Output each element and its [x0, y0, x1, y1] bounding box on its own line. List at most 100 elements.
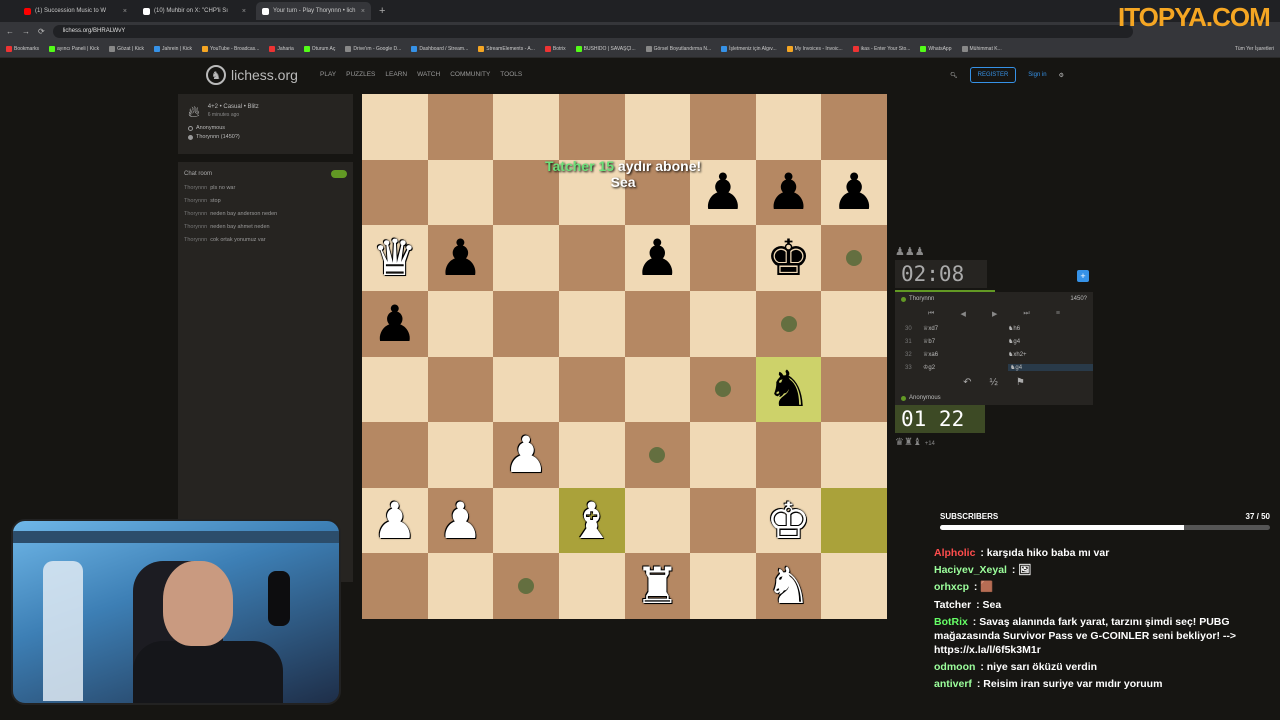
board-square[interactable] — [362, 553, 428, 619]
black-player[interactable]: Thorynnn (1450?) — [188, 134, 343, 140]
board-square[interactable] — [755, 290, 822, 357]
sign-in-link[interactable]: Sign in — [1028, 72, 1046, 78]
black-move[interactable]: ♞h6 — [1008, 325, 1093, 332]
resign-flag-icon[interactable]: ⚑ — [1016, 377, 1025, 388]
board-square[interactable] — [493, 225, 559, 291]
board-square[interactable] — [493, 487, 559, 554]
board-square[interactable] — [558, 94, 625, 160]
black-knight-icon[interactable]: ♞ — [766, 364, 811, 414]
white-queen-icon[interactable]: ♛ — [372, 233, 417, 283]
black-move[interactable]: ♞g4 — [1008, 338, 1093, 345]
board-square[interactable] — [558, 553, 625, 619]
white-player[interactable]: Anonymous — [188, 125, 343, 131]
board-square[interactable] — [690, 553, 756, 619]
board-square[interactable] — [755, 94, 822, 160]
bookmark-item[interactable]: Mühimmat K... — [961, 45, 1002, 52]
black-king-icon[interactable]: ♚ — [766, 233, 811, 283]
board-square[interactable] — [558, 422, 625, 488]
bookmark-item[interactable]: Drive'ım - Google D... — [345, 45, 401, 52]
browser-tab[interactable]: Your turn - Play Thorynnn • lich × — [256, 2, 371, 20]
board-square[interactable] — [690, 225, 756, 291]
nav-learn[interactable]: LEARN — [385, 71, 407, 78]
bookmark-item[interactable]: Botrix — [544, 45, 566, 52]
black-move[interactable]: ♞xh2+ — [1008, 351, 1093, 358]
white-pawn-icon[interactable]: ♟ — [372, 496, 417, 546]
move-hint-dot[interactable] — [846, 250, 863, 267]
forward-icon[interactable]: → — [22, 27, 30, 36]
back-icon[interactable]: ← — [6, 27, 14, 36]
my-name[interactable]: Anonymous — [909, 395, 941, 401]
board-square[interactable] — [493, 290, 559, 357]
board-square[interactable]: ♟ — [362, 290, 428, 357]
board-square[interactable] — [427, 422, 494, 488]
bookmark-item[interactable]: Bookmarks — [6, 45, 39, 52]
board-square[interactable] — [427, 356, 494, 423]
board-square[interactable] — [690, 356, 756, 423]
board-square[interactable] — [493, 553, 559, 619]
board-square[interactable]: ♜ — [624, 553, 691, 619]
bookmark-item[interactable]: İşletmeniz için Algıv... — [721, 45, 777, 52]
stream-chat-user[interactable]: antiverf — [934, 678, 972, 690]
black-pawn-icon[interactable]: ♟ — [832, 167, 877, 217]
board-square[interactable] — [624, 94, 691, 160]
bookmark-item[interactable]: Gözat | Kick — [109, 45, 144, 52]
bookmark-item[interactable]: YouTube - Broadcas... — [201, 45, 259, 52]
stream-chat-user[interactable]: orhxcp — [934, 581, 969, 593]
black-pawn-icon[interactable]: ♟ — [635, 233, 680, 283]
board-square[interactable] — [821, 225, 887, 291]
move-control-button[interactable]: ⏮ — [928, 310, 934, 318]
search-icon[interactable]: 🔍︎ — [950, 72, 958, 79]
board-square[interactable] — [362, 159, 428, 226]
white-knight-icon[interactable]: ♞ — [766, 561, 811, 611]
bookmark-item[interactable]: StreamElements - A... — [478, 45, 535, 52]
board-square[interactable] — [362, 422, 428, 488]
board-square[interactable]: ♟ — [427, 487, 494, 554]
bookmark-item[interactable]: Jahrein | Kick — [154, 45, 192, 52]
stream-chat-user[interactable]: Tatcher — [934, 599, 971, 611]
bookmark-item[interactable]: Dashboard / Stream... — [411, 45, 468, 52]
board-square[interactable] — [624, 422, 691, 488]
stream-chat-user[interactable]: BotRix — [934, 616, 968, 628]
bookmark-item[interactable]: WhatsApp — [920, 45, 952, 52]
black-pawn-icon[interactable]: ♟ — [766, 167, 811, 217]
white-move[interactable]: ♔g2 — [923, 364, 1008, 371]
board-square[interactable] — [821, 94, 887, 160]
new-tab-button[interactable]: + — [379, 5, 385, 17]
stream-chat-user[interactable]: Haciyev_Xeyal — [934, 564, 1007, 576]
board-square[interactable] — [558, 290, 625, 357]
move-hint-dot[interactable] — [714, 381, 731, 398]
board-square[interactable] — [624, 290, 691, 357]
browser-tab[interactable]: (10) Muhbir on X: "CHP'li Sı × — [137, 2, 252, 20]
move-control-button[interactable]: ≡ — [1056, 310, 1060, 318]
board-square[interactable]: ♟ — [493, 422, 559, 488]
register-button[interactable]: REGISTER — [969, 67, 1017, 83]
board-square[interactable] — [362, 94, 428, 160]
close-icon[interactable]: × — [361, 8, 365, 15]
browser-tab[interactable]: (1) Succession Music to W × — [18, 2, 133, 20]
board-square[interactable] — [558, 356, 625, 423]
stream-chat-user[interactable]: odmoon — [934, 661, 975, 673]
white-move[interactable]: ♕b7 — [923, 338, 1008, 345]
lichess-logo[interactable]: ♞ lichess.org — [206, 65, 298, 85]
chat-user[interactable]: Thorynnn — [184, 211, 207, 217]
board-square[interactable]: ♟ — [821, 159, 887, 226]
bookmark-item[interactable]: ikas - Enter Your Sto... — [852, 45, 910, 52]
board-square[interactable] — [427, 553, 494, 619]
board-square[interactable]: ♛ — [362, 225, 428, 291]
nav-tools[interactable]: TOOLS — [500, 71, 522, 78]
chat-user[interactable]: Thorynnn — [184, 198, 207, 204]
chat-user[interactable]: Thorynnn — [184, 224, 207, 230]
white-move[interactable]: ♕xa6 — [923, 351, 1008, 358]
nav-community[interactable]: COMMUNITY — [450, 71, 490, 78]
board-square[interactable]: ♟ — [624, 225, 691, 291]
board-square[interactable] — [362, 356, 428, 423]
close-icon[interactable]: × — [242, 8, 246, 15]
chat-toggle[interactable] — [331, 170, 347, 178]
white-rook-icon[interactable]: ♜ — [635, 561, 680, 611]
move-control-button[interactable]: ◀ — [960, 310, 965, 318]
gear-icon[interactable]: ⚙ — [1059, 72, 1064, 79]
white-move[interactable]: ♕xd7 — [923, 325, 1008, 332]
board-square[interactable] — [821, 356, 887, 423]
white-bishop-icon[interactable]: ♝ — [569, 496, 614, 546]
board-square[interactable] — [690, 487, 756, 554]
